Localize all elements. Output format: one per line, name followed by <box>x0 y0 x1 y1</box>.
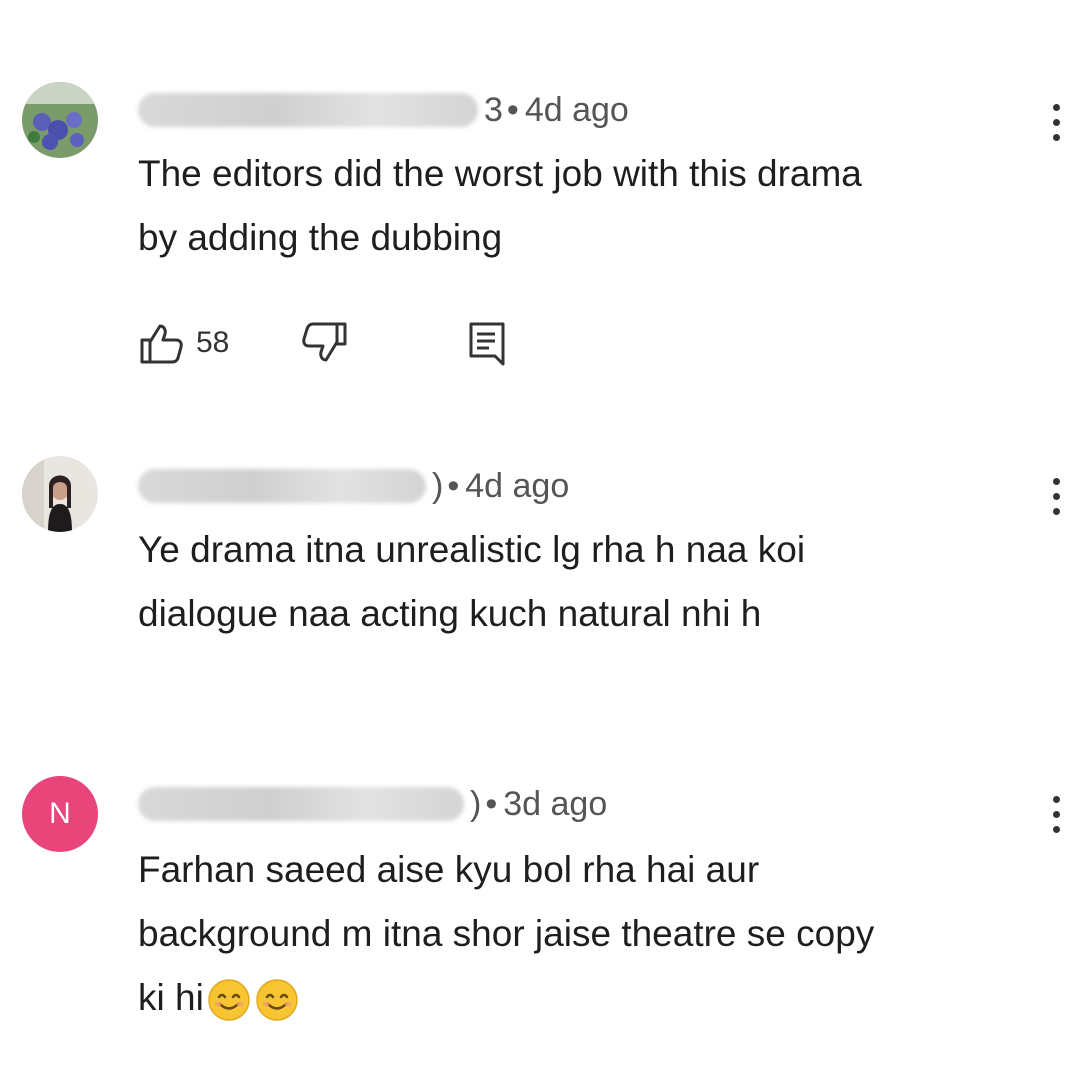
comment-text-line: dialogue naa acting kuch natural nhi h <box>138 593 762 634</box>
comment-text-line: ki hi <box>138 977 204 1018</box>
author-suffix: 3 <box>484 90 503 129</box>
more-vertical-icon[interactable] <box>1046 796 1066 833</box>
comment-meta: ) • 4d ago <box>138 464 569 508</box>
comment-text-line: background m itna shor jaise theatre se … <box>138 913 875 954</box>
comment-meta: 3 • 4d ago <box>138 88 629 132</box>
separator: • <box>485 784 498 823</box>
separator: • <box>447 466 460 505</box>
comment-text: Farhan saeed aise kyu bol rha hai aur ba… <box>138 838 1038 1030</box>
author-avatar-3[interactable]: N <box>22 776 98 852</box>
comment-text-line: by adding the dubbing <box>138 217 503 258</box>
like-count: 58 <box>196 326 230 359</box>
thumbs-down-icon <box>302 322 347 362</box>
comment-time: 3d ago <box>503 784 608 823</box>
comment-meta: ) • 3d ago <box>138 782 607 826</box>
reply-comment-icon <box>469 322 505 366</box>
more-vertical-icon[interactable] <box>1046 104 1066 141</box>
author-suffix: ) <box>470 784 482 823</box>
avatar-letter: N <box>49 797 71 830</box>
person-photo-avatar-icon <box>22 456 98 532</box>
smiling-face-emoji-icon <box>256 979 298 1021</box>
smiling-face-emoji-icon <box>208 979 250 1021</box>
thumbs-up-icon <box>140 324 183 364</box>
comment-actions: 58 <box>138 320 507 366</box>
comment-text-line: Farhan saeed aise kyu bol rha hai aur <box>138 849 760 890</box>
comment-time: 4d ago <box>465 466 570 505</box>
comment-text: Ye drama itna unrealistic lg rha h naa k… <box>138 518 1038 646</box>
author-name-blurred[interactable] <box>138 787 464 821</box>
comment-text-line-last: ki hi <box>138 966 1038 1030</box>
dislike-button[interactable] <box>299 320 349 366</box>
reply-button[interactable] <box>467 320 507 366</box>
author-name-blurred[interactable] <box>138 93 478 127</box>
author-avatar-2[interactable] <box>22 456 98 532</box>
comment-text-line: The editors did the worst job with this … <box>138 153 862 194</box>
like-button[interactable]: 58 <box>138 320 229 366</box>
more-vertical-icon[interactable] <box>1046 478 1066 515</box>
comment-text: The editors did the worst job with this … <box>138 142 1038 270</box>
comment-time: 4d ago <box>524 90 629 129</box>
comment-text-line: Ye drama itna unrealistic lg rha h naa k… <box>138 529 806 570</box>
author-suffix: ) <box>432 466 444 505</box>
flower-photo-avatar-icon <box>22 82 98 158</box>
separator: • <box>506 90 519 129</box>
author-name-blurred[interactable] <box>138 469 426 503</box>
author-avatar-1[interactable] <box>22 82 98 158</box>
